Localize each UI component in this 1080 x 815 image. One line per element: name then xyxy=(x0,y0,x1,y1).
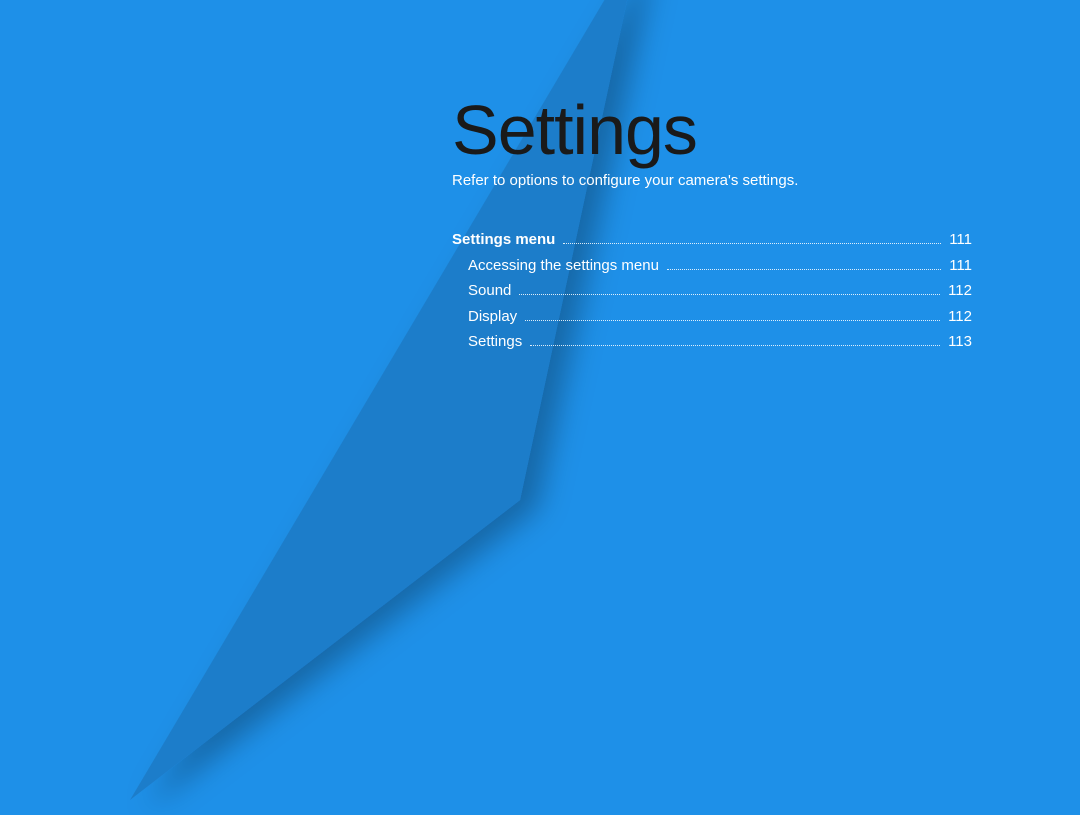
page-title: Settings xyxy=(452,90,972,170)
toc-label: Settings menu xyxy=(452,227,555,253)
toc-entry[interactable]: Settings 113 xyxy=(452,329,972,355)
toc-dots xyxy=(563,243,941,244)
toc-entry[interactable]: Sound 112 xyxy=(452,278,972,304)
toc-page: 111 xyxy=(949,253,972,279)
toc-label: Sound xyxy=(468,278,511,304)
toc-label: Settings xyxy=(468,329,522,355)
toc-entry[interactable]: Display 112 xyxy=(452,304,972,330)
toc-label: Display xyxy=(468,304,517,330)
toc-label: Accessing the settings menu xyxy=(468,253,659,279)
content-block: Settings Refer to options to configure y… xyxy=(452,90,972,355)
toc-page: 112 xyxy=(948,278,972,304)
toc-page: 113 xyxy=(948,329,972,355)
table-of-contents: Settings menu 111 Accessing the settings… xyxy=(452,227,972,355)
toc-entry[interactable]: Accessing the settings menu 111 xyxy=(452,253,972,279)
toc-dots xyxy=(530,345,940,346)
toc-dots xyxy=(667,269,941,270)
toc-dots xyxy=(519,294,940,295)
page-subtitle: Refer to options to configure your camer… xyxy=(452,172,972,189)
toc-entry-main[interactable]: Settings menu 111 xyxy=(452,227,972,253)
toc-page: 111 xyxy=(949,227,972,253)
toc-dots xyxy=(525,320,940,321)
toc-page: 112 xyxy=(948,304,972,330)
